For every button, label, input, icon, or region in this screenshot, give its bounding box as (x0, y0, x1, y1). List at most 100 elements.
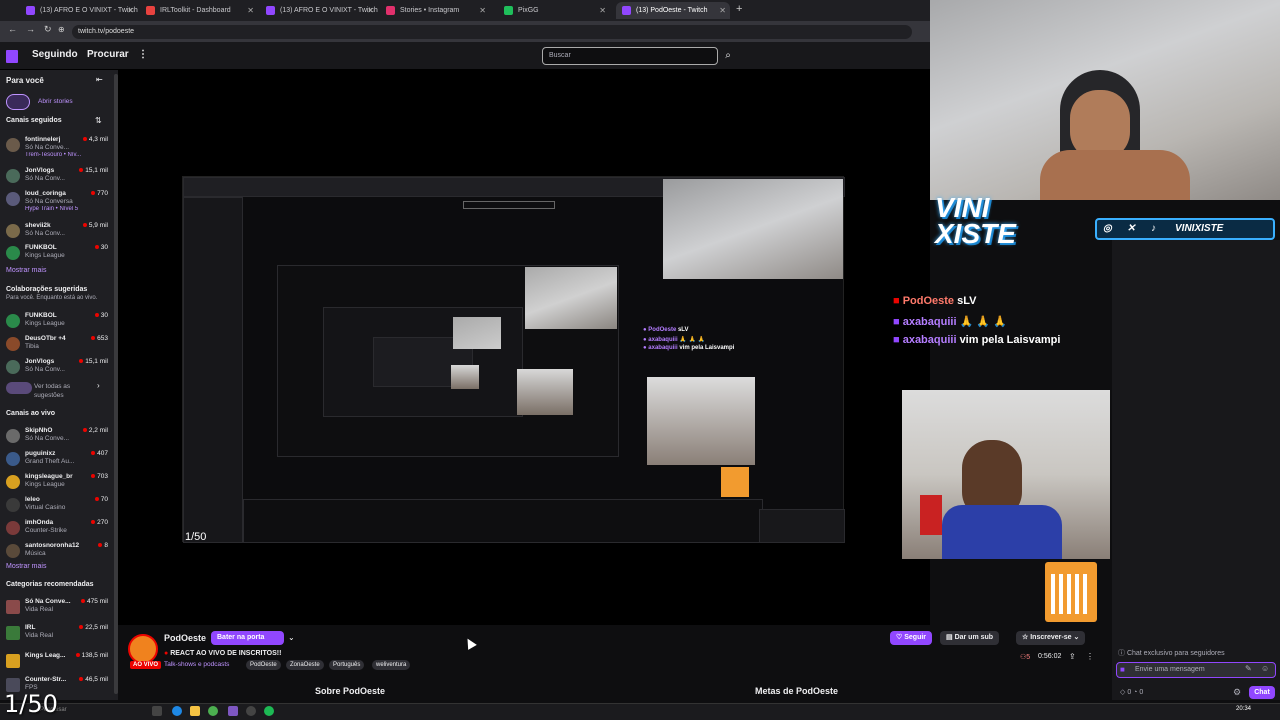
browser-tab[interactable]: Stories • Instagram ✕ (380, 2, 490, 19)
new-tab-button[interactable]: + (736, 3, 742, 15)
sidebar-channel[interactable]: puguinixz Grand Theft Au... 407 (0, 448, 118, 472)
viewer-count-value: 4,3 mil (88, 136, 108, 143)
forward-icon[interactable]: → (26, 24, 35, 34)
stream-category[interactable]: Talk-shows e podcasts (164, 661, 229, 668)
sidebar-channel[interactable]: FUNKBOL Kings League 30 (0, 310, 118, 334)
see-all-suggestions-link[interactable]: Ver todas as sugestões (34, 382, 84, 400)
nested-sidebar (183, 197, 243, 543)
close-icon[interactable]: ✕ (247, 2, 254, 19)
close-icon[interactable]: ✕ (127, 2, 134, 19)
stream-tag[interactable]: Português (329, 660, 365, 670)
url-field[interactable]: twitch.tv/podoeste (72, 25, 912, 39)
chevron-down-icon: ⌄ (1071, 634, 1080, 641)
qr-pattern (1051, 574, 1091, 614)
more-options-icon[interactable]: ⋮ (1086, 652, 1094, 661)
sidebar-category[interactable]: Kings Leag... 138,5 mil (0, 650, 118, 674)
nav-browse[interactable]: Procurar (87, 49, 129, 60)
chevron-down-icon[interactable]: ⌄ (288, 633, 295, 642)
close-icon[interactable]: ✕ (599, 2, 606, 19)
back-icon[interactable]: ← (8, 24, 17, 34)
viewer-count: 30 (94, 244, 108, 251)
viewer-count-value: 475 mil (87, 598, 108, 605)
close-icon[interactable]: ✕ (367, 2, 374, 19)
viewer-count: 70 (94, 496, 108, 503)
chat-input[interactable]: Envie uma mensagem (1116, 662, 1276, 678)
channel-points[interactable]: ◇ 0 ◔ 0 (1120, 688, 1143, 696)
nested-webcam (517, 369, 573, 415)
subscribe-button[interactable]: ☆ Inscrever-se ⌄ (1016, 631, 1086, 645)
channel-name[interactable]: PodOeste (164, 633, 206, 643)
sort-icon[interactable]: ⇅ (95, 116, 102, 125)
sidebar-channel[interactable]: kingsleague_br Kings League 703 (0, 471, 118, 495)
chat-send-button[interactable]: Chat (1249, 686, 1275, 699)
stream-tag[interactable]: weliventura (372, 660, 411, 670)
sidebar-channel[interactable]: SkipNhO Só Na Conve... 2,2 mil (0, 425, 118, 449)
follow-button[interactable]: ♡ Seguir (890, 631, 933, 645)
sidebar-channel[interactable]: leleo Virtual Casino 70 (0, 494, 118, 518)
sidebar-channel[interactable]: loud_coringa Só Na Conversa Hype Train • N… (0, 188, 118, 212)
stories-avatar[interactable] (6, 94, 30, 110)
viewer-count: 475 mil (81, 598, 108, 605)
sidebar-channel[interactable]: DeusOTbr +4 Tibia 653 (0, 333, 118, 357)
sidebar-channel[interactable]: JonVlogs Só Na Conv... 15,1 mil (0, 356, 118, 380)
gear-icon[interactable]: ⚙ (1233, 687, 1241, 698)
browser-tab[interactable]: IRLToolkit - Dashboard ✕ (140, 2, 258, 19)
file-explorer-icon[interactable] (190, 706, 200, 716)
spotify-icon[interactable] (264, 706, 274, 716)
viewer-count-value: 5 (1026, 654, 1031, 661)
knock-button[interactable]: Bater na porta (211, 631, 285, 645)
subscribe-label: Inscrever-se (1030, 634, 1072, 641)
viewer-count: 30 (94, 312, 108, 319)
obs-icon[interactable] (246, 706, 256, 716)
chrome-icon[interactable] (208, 706, 218, 716)
browser-tab[interactable]: PixGG ✕ (498, 2, 610, 19)
sidebar-channel[interactable]: JonVlogs Só Na Conv... 15,1 mil (0, 165, 118, 189)
sidebar-category[interactable]: Só Na Conve... Vida Real 475 mil (0, 596, 118, 620)
browser-tab[interactable]: (13) AFRO E O VINIXT - Twitch ✕ (20, 2, 138, 19)
emote-icon[interactable]: ☺ (1261, 664, 1269, 673)
browser-tab-active[interactable]: (13) PodOeste - Twitch ✕ (616, 2, 730, 19)
stream-tag[interactable]: ZonaOeste (286, 660, 324, 670)
gift-sub-button[interactable]: ▤ Dar um sub (940, 631, 1000, 645)
overlay-chat-line: ■ axabaquiii vim pela Laisvampi (893, 334, 1060, 346)
twitch-logo-icon[interactable] (6, 50, 18, 63)
reload-icon[interactable]: ↻ (44, 24, 52, 35)
site-info-icon[interactable]: ⊕ (58, 25, 65, 34)
task-view-icon[interactable] (152, 706, 162, 716)
sidebar-category[interactable]: IRL Vida Real 22,5 mil (0, 622, 118, 646)
sidebar-channel[interactable]: fontinnelerj Só Na Conve... Trem-Tesouro •… (0, 134, 118, 158)
open-stories-link[interactable]: Abrir stories (38, 98, 73, 105)
channel-avatar[interactable] (128, 634, 158, 664)
more-icon[interactable]: ⋮ (138, 49, 148, 60)
close-icon[interactable]: ✕ (479, 2, 486, 19)
channel-name: puguinixz (25, 450, 56, 457)
search-input[interactable]: Buscar (542, 47, 718, 65)
avatar (6, 337, 20, 351)
bits-icon[interactable]: ✎ (1245, 664, 1252, 673)
share-icon[interactable]: ⇪ (1069, 652, 1076, 661)
stream-tag[interactable]: PodOeste (246, 660, 281, 670)
chat-message: 🙏 🙏 🙏 (959, 316, 1007, 328)
collapse-sidebar-icon[interactable]: ⇤ (96, 75, 103, 84)
avatar (6, 192, 20, 206)
chevron-right-icon[interactable]: › (97, 381, 100, 390)
nested-chat-message: sLV (677, 327, 689, 333)
chat-badge-icon[interactable]: ■ (1120, 665, 1125, 674)
show-more-link[interactable]: Mostrar mais (6, 267, 46, 274)
sidebar-channel[interactable]: FUNKBOL Kings League 30 (0, 242, 118, 266)
goals-heading: Metas de PodOeste (755, 686, 839, 696)
edge-icon[interactable] (172, 706, 182, 716)
sidebar-channel[interactable]: santosnoronha12 Música 8 (0, 540, 118, 564)
sidebar-channel[interactable]: shevii2k Só Na Conv... 5,9 mil (0, 220, 118, 244)
avatar (6, 498, 20, 512)
sidebar-channel[interactable]: imhOnda Counter-Strike 270 (0, 517, 118, 541)
search-icon[interactable]: ⌕ (720, 47, 736, 65)
show-more-link[interactable]: Mostrar mais (6, 563, 46, 570)
browser-tab[interactable]: (13) AFRO E O VINIXT - Twitch ✕ (260, 2, 378, 19)
nested-cam2 (647, 377, 755, 465)
discord-icon[interactable] (228, 706, 238, 716)
category-name: Counter-Str... (25, 676, 67, 683)
close-icon[interactable]: ✕ (719, 2, 726, 19)
nav-following[interactable]: Seguindo (32, 49, 78, 60)
live-badge: AO VIVO (130, 661, 162, 669)
